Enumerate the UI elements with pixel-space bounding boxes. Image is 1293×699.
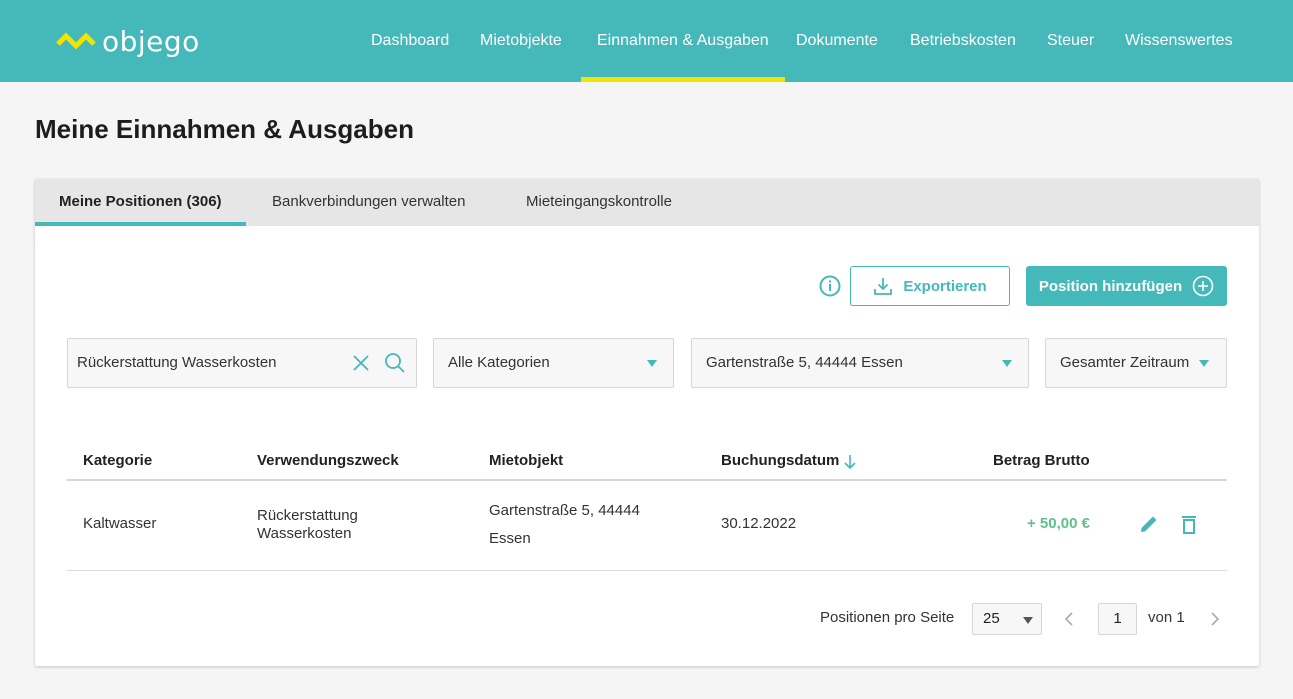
chevron-right-icon[interactable] [1209, 611, 1221, 627]
sort-descending-icon[interactable] [843, 453, 857, 471]
delete-icon[interactable] [1179, 513, 1199, 535]
top-navigation-bar: objego Dashboard Mietobjekte Einnahmen &… [0, 0, 1293, 82]
cell-buchungsdatum: 30.12.2022 [721, 515, 797, 532]
tab-bankverbindungen[interactable]: Bankverbindungen verwalten [272, 179, 465, 226]
table-header-divider [67, 479, 1227, 481]
clear-icon[interactable] [352, 354, 370, 372]
objego-logo[interactable]: objego [56, 24, 200, 58]
nav-item-wissenswertes[interactable]: Wissenswertes [1125, 0, 1233, 82]
nav-item-dashboard[interactable]: Dashboard [371, 0, 449, 82]
positions-card: Meine Positionen (306) Bankverbindungen … [35, 179, 1259, 666]
column-header-buchungsdatum[interactable]: Buchungsdatum [721, 452, 839, 469]
nav-item-dokumente[interactable]: Dokumente [796, 0, 878, 82]
info-icon[interactable] [819, 275, 841, 297]
cell-verwendungszweck-line1: Rückerstattung [257, 507, 358, 524]
logo-text: objego [102, 24, 200, 58]
cell-verwendungszweck-line2: Wasserkosten [257, 525, 352, 542]
search-input-value: Rückerstattung Wasserkosten [77, 354, 277, 371]
nav-item-steuer[interactable]: Steuer [1047, 0, 1094, 82]
search-icon[interactable] [384, 352, 406, 374]
period-select[interactable]: Gesamter Zeitraum [1045, 338, 1227, 388]
object-select-value: Gartenstraße 5, 44444 Essen [706, 354, 903, 371]
per-page-select[interactable]: 25 [972, 603, 1042, 635]
download-icon [874, 278, 893, 295]
tab-mieteingangskontrolle[interactable]: Mieteingangskontrolle [526, 179, 672, 226]
edit-icon[interactable] [1138, 513, 1160, 535]
category-select[interactable]: Alle Kategorien [433, 338, 674, 388]
cell-mietobjekt: Gartenstraße 5, 44444 Essen [489, 497, 640, 553]
per-page-value: 25 [983, 610, 1000, 627]
chevron-down-icon [1023, 617, 1033, 624]
page-number-input[interactable]: 1 [1098, 603, 1137, 635]
column-header-kategorie[interactable]: Kategorie [83, 452, 152, 469]
chevron-down-icon [1002, 360, 1012, 367]
add-position-label: Position hinzufügen [1038, 277, 1183, 295]
chevron-left-icon[interactable] [1063, 611, 1075, 627]
tab-bar: Meine Positionen (306) Bankverbindungen … [35, 179, 1259, 226]
export-button[interactable]: Exportieren [850, 266, 1010, 306]
nav-item-mietobjekte[interactable]: Mietobjekte [480, 0, 562, 82]
cell-kategorie: Kaltwasser [83, 515, 157, 532]
period-select-value: Gesamter Zeitraum [1060, 354, 1190, 371]
nav-item-einnahmen-ausgaben[interactable]: Einnahmen & Ausgaben [581, 0, 785, 82]
page-title: Meine Einnahmen & Ausgaben [35, 114, 414, 144]
object-select[interactable]: Gartenstraße 5, 44444 Essen [691, 338, 1029, 388]
tab-meine-positionen[interactable]: Meine Positionen (306) [35, 179, 246, 226]
cell-mietobjekt-line1: Gartenstraße 5, 44444 [489, 502, 640, 519]
page-count-label: von 1 [1148, 609, 1185, 626]
chevron-down-icon [647, 360, 657, 367]
column-header-verwendungszweck[interactable]: Verwendungszweck [257, 452, 399, 469]
cell-mietobjekt-line2: Essen [489, 530, 531, 547]
add-position-button[interactable]: Position hinzufügen [1026, 266, 1227, 306]
cell-verwendungszweck: Rückerstattung Wasserkosten [257, 507, 358, 543]
logo-icon [56, 32, 96, 50]
chevron-down-icon [1199, 360, 1209, 367]
column-header-mietobjekt[interactable]: Mietobjekt [489, 452, 563, 469]
pagination-label: Positionen pro Seite [820, 609, 955, 626]
search-input[interactable]: Rückerstattung Wasserkosten [67, 338, 417, 388]
table-row-divider [67, 570, 1227, 571]
nav-item-betriebskosten[interactable]: Betriebskosten [910, 0, 1016, 82]
export-label: Exportieren [903, 277, 987, 295]
plus-circle-icon [1192, 275, 1214, 297]
column-header-betrag-brutto[interactable]: Betrag Brutto [993, 452, 1090, 469]
cell-betrag: + 50,00 € [1027, 515, 1090, 532]
category-select-value: Alle Kategorien [448, 354, 550, 371]
